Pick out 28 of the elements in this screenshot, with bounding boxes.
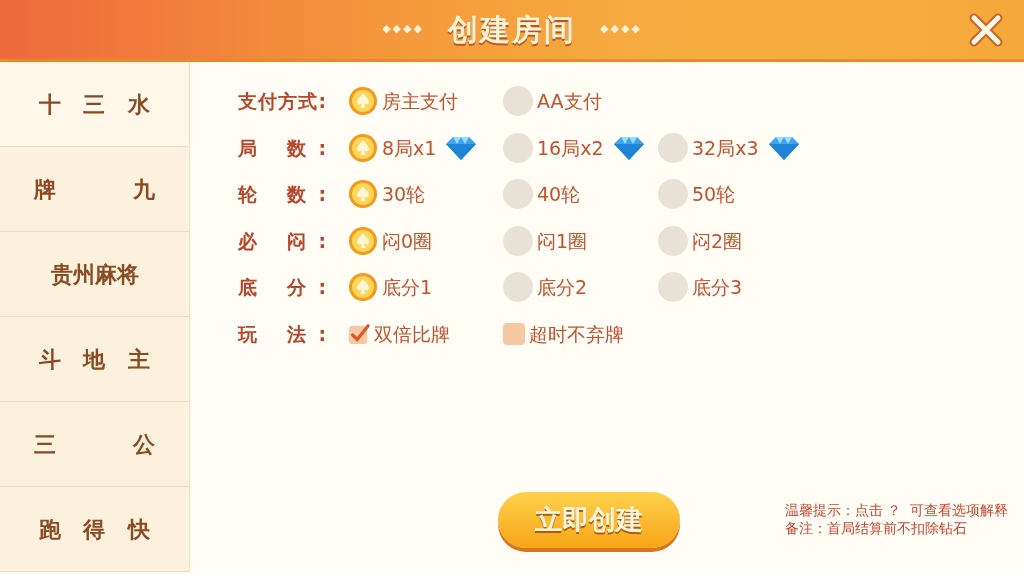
option-radio[interactable]: 16局x2 (503, 132, 658, 163)
option-radio[interactable]: 32局x3 (658, 132, 813, 163)
option-radio[interactable]: 40轮 (503, 179, 658, 210)
ornament: ◆◆◆◆ (600, 21, 642, 38)
option-label: 必 闷: (238, 228, 326, 254)
option-radio[interactable]: 闷2圈 (658, 225, 813, 256)
option-radio[interactable]: 30轮 (348, 179, 503, 210)
note-text: 备注：首局结算前不扣除钻石 (785, 520, 969, 538)
option-label: 支付方式: (238, 89, 326, 114)
option-label: 底 分: (238, 275, 326, 300)
option-radio[interactable]: 闷0圈 (348, 225, 503, 256)
option-radio[interactable]: 底分3 (658, 272, 813, 303)
window-title: 创建房间 (448, 11, 576, 49)
option-radio[interactable]: 底分2 (503, 272, 658, 303)
option-radio[interactable]: AA支付 (503, 86, 658, 117)
option-checkbox[interactable]: 双倍比牌 (348, 319, 503, 348)
note-text: 温馨提示：点击 ？ 可查看选项解释 (785, 502, 1008, 520)
game-tab[interactable]: 十 三 水 (0, 62, 189, 147)
option-radio[interactable]: 闷1圈 (503, 225, 658, 256)
option-label: 轮 数: (238, 182, 326, 207)
option-radio[interactable]: 50轮 (658, 179, 813, 210)
option-checkbox[interactable]: 超时不弃牌 (503, 319, 658, 348)
ornament: ◆◆◆◆ (382, 21, 424, 38)
option-label: 玩 法: (238, 321, 326, 347)
option-radio[interactable]: 底分1 (348, 272, 503, 303)
option-radio[interactable]: 房主支付 (348, 86, 503, 117)
option-label: 局 数: (238, 135, 326, 161)
option-radio[interactable]: 8局x1 (348, 132, 503, 163)
